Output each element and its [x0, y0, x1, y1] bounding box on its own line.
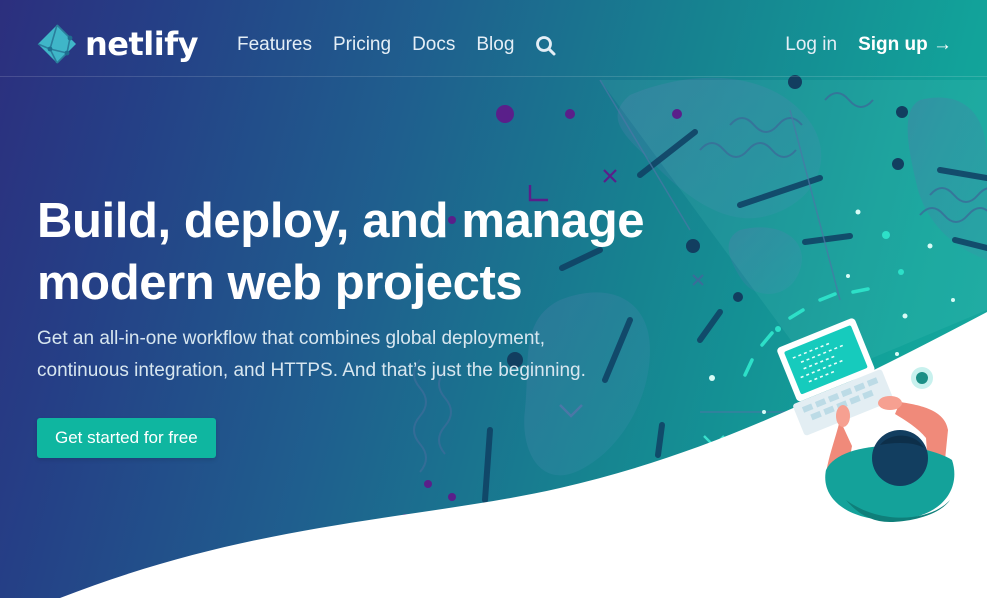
- hero-subtitle: Get an all-in-one workflow that combines…: [37, 323, 637, 387]
- hero-subtitle-line-2: continuous integration, and HTTPS. And t…: [37, 360, 586, 381]
- netlify-diamond-icon: [37, 24, 76, 64]
- hero-subtitle-line-1: Get an all-in-one workflow that combines…: [37, 328, 545, 349]
- main-nav: Features Pricing Docs Blog: [237, 33, 557, 57]
- site-header: netlify Features Pricing Docs Blog Log i…: [0, 0, 987, 77]
- cross-marks: [603, 169, 617, 183]
- brand-name: netlify: [85, 25, 199, 63]
- get-started-button[interactable]: Get started for free: [37, 418, 216, 458]
- account-links: Log in Sign up →: [785, 33, 952, 57]
- nav-link-blog[interactable]: Blog: [476, 33, 514, 57]
- hero-title-line-2: modern web projects: [37, 256, 523, 310]
- brand-logo[interactable]: netlify: [37, 24, 199, 64]
- search-icon: [536, 36, 556, 56]
- nav-link-features[interactable]: Features: [237, 33, 312, 57]
- signup-link[interactable]: Sign up →: [858, 33, 952, 57]
- nav-link-pricing[interactable]: Pricing: [333, 33, 391, 57]
- hero-title: Build, deploy, and manage modern web pro…: [37, 190, 677, 314]
- search-button[interactable]: [535, 35, 557, 57]
- hero-title-line-1: Build, deploy, and manage: [37, 194, 645, 248]
- nav-link-docs[interactable]: Docs: [412, 33, 455, 57]
- login-link[interactable]: Log in: [785, 33, 837, 57]
